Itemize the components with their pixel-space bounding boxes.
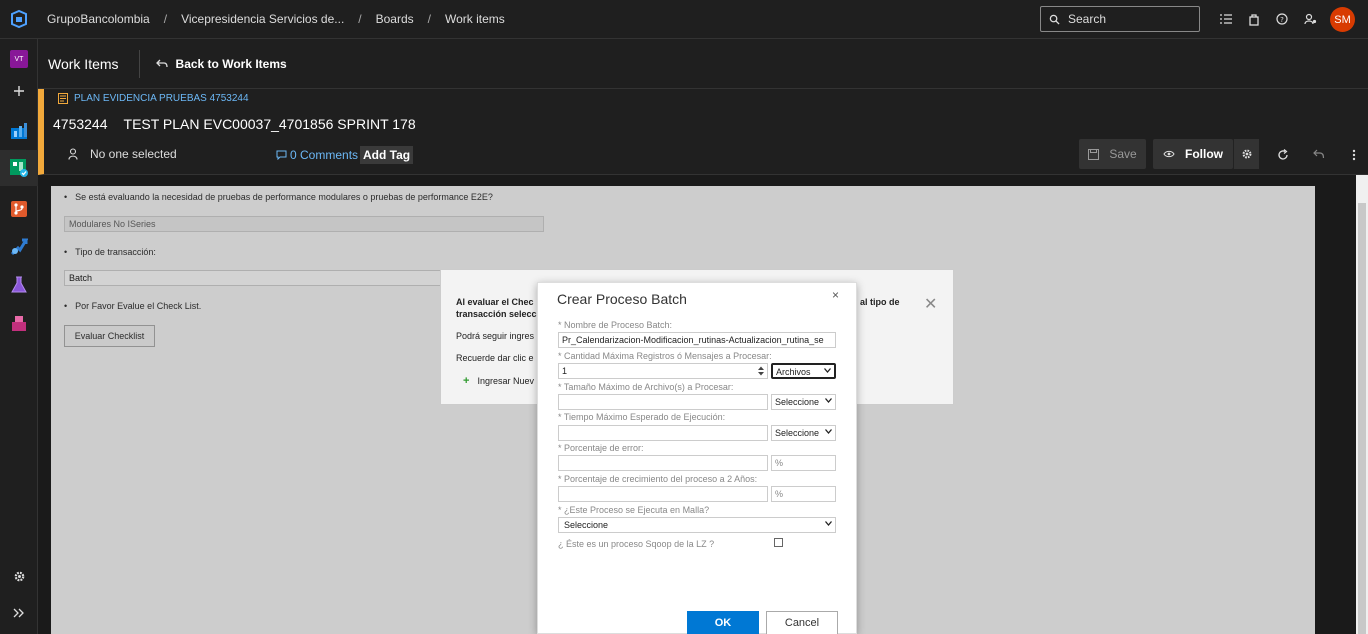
max-records-label: * Cantidad Máxima Registros ó Mensajes a…: [558, 351, 772, 361]
max-records-input[interactable]: 1: [558, 363, 768, 379]
max-records-unit-select[interactable]: Archivos: [771, 363, 836, 379]
search-placeholder: Search: [1068, 12, 1107, 26]
user-settings-icon[interactable]: [1296, 8, 1324, 30]
work-item-type: PLAN EVIDENCIA PRUEBAS 4753244: [58, 93, 249, 104]
add-tag-button[interactable]: Add Tag: [360, 146, 414, 164]
test-plan-icon: [58, 93, 68, 104]
malla-select[interactable]: Seleccione: [558, 517, 836, 533]
left-navigation-rail: VT: [0, 39, 38, 634]
save-icon: [1088, 148, 1100, 160]
process-name-input[interactable]: Pr_Calendarizacion-Modificacion_rutinas-…: [558, 332, 836, 348]
plus-icon: +: [463, 375, 470, 387]
add-new-link[interactable]: + Ingresar Nuev: [463, 375, 534, 387]
file-size-label: * Tamaño Máximo de Archivo(s) a Procesar…: [558, 382, 734, 392]
file-size-input[interactable]: [558, 394, 768, 410]
undo-icon[interactable]: [1308, 144, 1330, 166]
chevron-down-icon: [824, 368, 831, 373]
person-icon: [68, 148, 78, 160]
exec-time-input[interactable]: [558, 425, 768, 441]
sqoop-label: ¿ Éste es un proceso Sqoop de la LZ ?: [558, 539, 715, 549]
back-arrow-icon: [155, 59, 168, 67]
pipelines-icon[interactable]: [0, 229, 38, 265]
overview-icon[interactable]: [0, 113, 38, 149]
work-item-id: 4753244: [53, 116, 108, 132]
cancel-button[interactable]: Cancel: [766, 611, 838, 634]
repos-icon[interactable]: [0, 191, 38, 227]
work-item-title[interactable]: 4753244 TEST PLAN EVC00037_4701856 SPRINT…: [53, 116, 416, 132]
test-plans-icon[interactable]: [0, 267, 38, 303]
notice-line-1: Al evaluar el Chec: [456, 297, 534, 307]
malla-label: * ¿Este Proceso se Ejecuta en Malla?: [558, 505, 710, 515]
name-label: * Nombre de Proceso Batch:: [558, 320, 673, 330]
assigned-to-field[interactable]: No one selected: [68, 147, 177, 161]
growth-pct-unit: %: [771, 486, 836, 502]
comments-link[interactable]: 0 Comments: [276, 148, 358, 162]
top-bar: GrupoBancolombia / Vicepresidencia Servi…: [0, 0, 1368, 39]
user-avatar[interactable]: SM: [1330, 7, 1355, 32]
create-batch-process-dialog: Crear Proceso Batch × * Nombre de Proces…: [537, 282, 857, 634]
work-item-title-text: TEST PLAN EVC00037_4701856 SPRINT 178: [123, 116, 416, 132]
work-items-header: Work Items Back to Work Items: [38, 39, 1368, 89]
dialog-title: Crear Proceso Batch: [557, 291, 687, 307]
work-item-settings-button[interactable]: [1233, 139, 1259, 169]
breadcrumb: GrupoBancolombia / Vicepresidencia Servi…: [47, 12, 505, 26]
chevron-down-icon: [825, 429, 832, 434]
comment-icon: [276, 150, 287, 160]
ok-button[interactable]: OK: [687, 611, 759, 634]
exec-time-label: * Tiempo Máximo Esperado de Ejecución:: [558, 412, 726, 422]
breadcrumb-boards[interactable]: Boards: [376, 12, 414, 26]
chevron-down-icon: [825, 521, 832, 526]
scrollbar-thumb[interactable]: [1358, 203, 1366, 634]
growth-pct-label: * Porcentaje de crecimiento del proceso …: [558, 474, 758, 484]
notice-line-1-end: al tipo de: [860, 297, 900, 307]
dialog-close-icon[interactable]: ×: [832, 288, 839, 302]
help-icon[interactable]: ?: [1268, 8, 1296, 30]
notice-line-2: transacción selecc: [456, 309, 537, 319]
spinner-icon: [758, 366, 764, 376]
growth-pct-input[interactable]: [558, 486, 768, 502]
breadcrumb-work-items[interactable]: Work items: [445, 12, 505, 26]
gear-icon: [1242, 149, 1251, 159]
expand-chevron-icon[interactable]: [0, 595, 38, 631]
project-badge[interactable]: VT: [0, 41, 38, 77]
sqoop-checkbox[interactable]: [774, 538, 783, 547]
plus-icon[interactable]: [0, 73, 38, 109]
breadcrumb-project[interactable]: Vicepresidencia Servicios de...: [181, 12, 344, 26]
boards-icon[interactable]: [0, 150, 38, 186]
azure-devops-logo-icon[interactable]: [0, 0, 38, 39]
eye-icon: [1163, 150, 1175, 158]
follow-button[interactable]: Follow: [1153, 139, 1233, 169]
notice-line-4: Recuerde dar clic e: [456, 353, 534, 363]
artifacts-icon[interactable]: [0, 305, 38, 341]
close-icon[interactable]: ✕: [924, 294, 937, 314]
project-settings-gear-icon[interactable]: [0, 558, 38, 594]
page-title: Work Items: [48, 55, 119, 72]
back-to-work-items-link[interactable]: Back to Work Items: [155, 57, 287, 71]
divider: [138, 49, 140, 78]
error-pct-input[interactable]: [558, 455, 768, 471]
vertical-scrollbar[interactable]: [1356, 175, 1368, 634]
notice-line-3: Podrá seguir ingres: [456, 331, 535, 341]
search-box[interactable]: Search: [1040, 6, 1200, 32]
error-pct-unit: %: [771, 455, 836, 471]
search-icon: [1049, 14, 1060, 25]
task-list-icon[interactable]: [1212, 8, 1240, 30]
chevron-down-icon: [825, 398, 832, 403]
shopping-bag-icon[interactable]: [1240, 8, 1268, 30]
svg-text:?: ?: [1280, 16, 1284, 24]
exec-time-unit-select[interactable]: Seleccione: [771, 425, 836, 441]
more-actions-icon[interactable]: [1343, 144, 1365, 166]
error-pct-label: * Porcentaje de error:: [558, 443, 644, 453]
save-button[interactable]: Save: [1079, 139, 1146, 169]
file-size-unit-select[interactable]: Seleccione: [771, 394, 836, 410]
breadcrumb-org[interactable]: GrupoBancolombia: [47, 12, 150, 26]
work-item-panel: PLAN EVIDENCIA PRUEBAS 4753244 4753244 TE…: [38, 89, 1368, 175]
refresh-icon[interactable]: [1272, 144, 1294, 166]
